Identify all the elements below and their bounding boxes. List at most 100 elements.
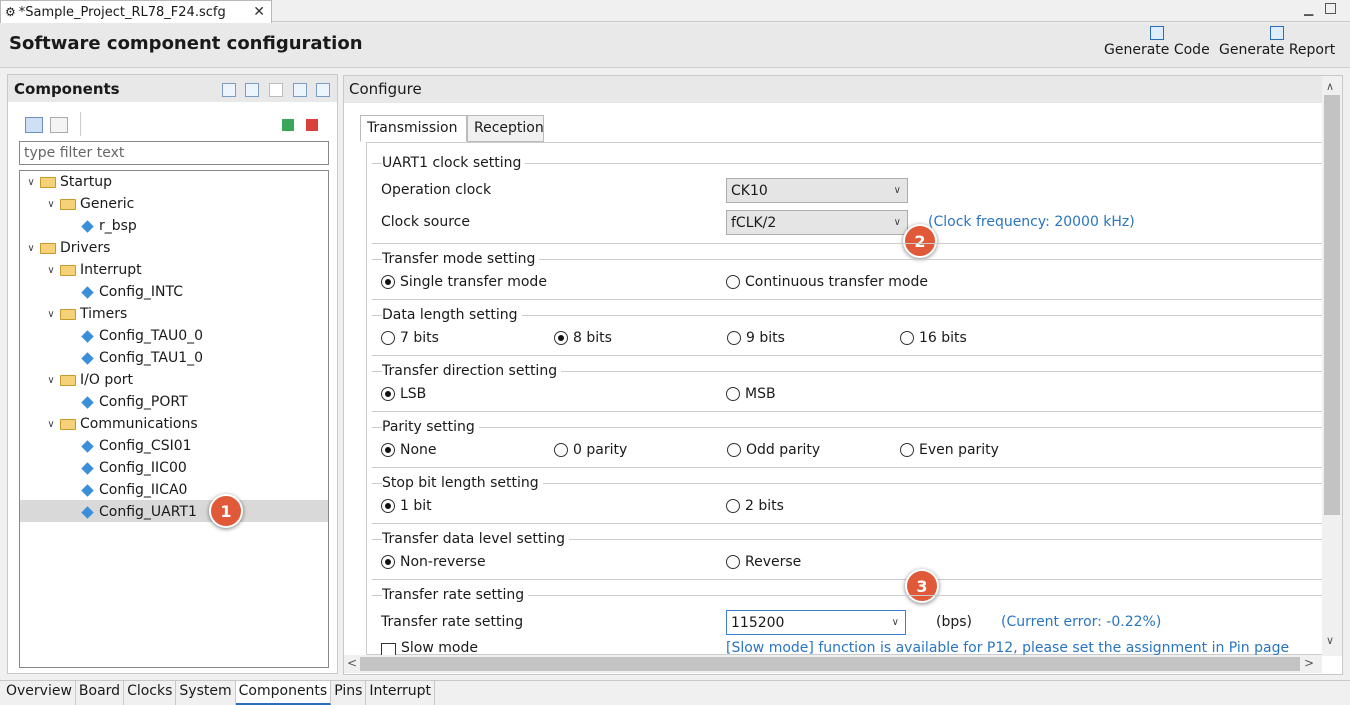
tree-node-generic[interactable]: ∨ Generic — [44, 193, 134, 215]
radio-circle[interactable] — [900, 443, 914, 457]
tree-node-drivers[interactable]: ∨ Drivers — [24, 237, 110, 259]
add-component-icon[interactable] — [282, 119, 294, 131]
folder-icon — [60, 374, 76, 386]
tree-node-startup[interactable]: ∨ Startup — [24, 171, 112, 193]
radio-9-bits[interactable]: 9 bits — [727, 330, 785, 346]
tab-system[interactable]: System — [176, 681, 236, 705]
radio-circle[interactable] — [727, 443, 741, 457]
radio-parity-even[interactable]: Even parity — [900, 442, 999, 458]
radio-circle[interactable] — [554, 331, 568, 345]
tree-node-config-tau0-0[interactable]: Config_TAU0_0 — [80, 325, 203, 347]
chevron-down-icon[interactable]: ∨ — [44, 419, 58, 430]
tree-node-config-uart1[interactable]: Config_UART1 — [80, 501, 197, 523]
radio-continuous-transfer[interactable]: Continuous transfer mode — [726, 274, 928, 290]
tree-node-config-csi01[interactable]: Config_CSI01 — [80, 435, 192, 457]
tree-node-io-port[interactable]: ∨ I/O port — [44, 369, 133, 391]
tree-node-config-iic00[interactable]: Config_IIC00 — [80, 457, 187, 479]
vertical-scrollbar-thumb[interactable] — [1324, 95, 1340, 515]
operation-clock-select[interactable]: CK10 ∨ — [726, 178, 908, 203]
tree-node-communications[interactable]: ∨ Communications — [44, 413, 197, 435]
component-icon — [81, 483, 94, 497]
chevron-down-icon: ∨ — [893, 217, 901, 228]
folder-icon — [60, 308, 76, 320]
radio-circle[interactable] — [726, 387, 740, 401]
tab-interrupt[interactable]: Interrupt — [366, 681, 436, 705]
tab-reception[interactable]: Reception — [467, 115, 544, 142]
scroll-right-icon[interactable]: > — [1304, 656, 1314, 670]
generate-report-button[interactable]: Generate Report — [1219, 26, 1335, 58]
radio-2-bits[interactable]: 2 bits — [726, 498, 784, 514]
radio-circle[interactable] — [381, 555, 395, 569]
scroll-up-icon[interactable]: ∧ — [1326, 80, 1334, 93]
slow-mode-note: [Slow mode] function is available for P1… — [726, 640, 1290, 655]
radio-reverse[interactable]: Reverse — [726, 554, 801, 570]
radio-non-reverse[interactable]: Non-reverse — [381, 554, 486, 570]
tab-board[interactable]: Board — [76, 681, 125, 705]
tree-node-label: Config_IICA0 — [99, 482, 188, 498]
radio-circle[interactable] — [727, 331, 741, 345]
tab-transmission[interactable]: Transmission — [360, 115, 467, 142]
minimize-icon[interactable]: ▁ — [1304, 2, 1313, 16]
horizontal-scrollbar-thumb[interactable] — [360, 657, 1300, 671]
collapse-all-icon[interactable] — [293, 83, 307, 97]
radio-circle[interactable] — [381, 443, 395, 457]
scroll-left-icon[interactable]: < — [347, 656, 357, 670]
close-icon[interactable]: ✕ — [253, 4, 265, 20]
radio-parity-none[interactable]: None — [381, 442, 437, 458]
generate-code-button[interactable]: Generate Code — [1104, 26, 1210, 58]
clock-source-select[interactable]: fCLK/2 ∨ — [726, 210, 908, 235]
radio-circle[interactable] — [726, 555, 740, 569]
radio-label: 9 bits — [746, 330, 785, 346]
tree-node-config-tau1-0[interactable]: Config_TAU1_0 — [80, 347, 203, 369]
tree-node-timers[interactable]: ∨ Timers — [44, 303, 127, 325]
scroll-down-icon[interactable]: ∨ — [1326, 634, 1334, 647]
radio-1-bit[interactable]: 1 bit — [381, 498, 432, 514]
filter-input[interactable] — [19, 141, 329, 165]
chevron-down-icon[interactable]: ∨ — [24, 177, 38, 188]
radio-circle[interactable] — [381, 387, 395, 401]
radio-msb[interactable]: MSB — [726, 386, 776, 402]
tab-components[interactable]: Components — [235, 681, 332, 705]
import-icon[interactable] — [222, 83, 236, 97]
tree-node-r-bsp[interactable]: r_bsp — [80, 215, 137, 237]
chevron-down-icon[interactable]: ∨ — [44, 199, 58, 210]
tab-overview[interactable]: Overview — [0, 681, 76, 705]
transfer-rate-select[interactable]: 115200 ∨ — [726, 610, 906, 635]
radio-lsb[interactable]: LSB — [381, 386, 426, 402]
chevron-down-icon[interactable]: ∨ — [24, 243, 38, 254]
radio-circle[interactable] — [554, 443, 568, 457]
sort-icon[interactable] — [269, 83, 283, 97]
tree-node-config-iica0[interactable]: Config_IICA0 — [80, 479, 187, 501]
tab-pins[interactable]: Pins — [331, 681, 367, 705]
tree-node-interrupt[interactable]: ∨ Interrupt — [44, 259, 141, 281]
view-by-hardware-icon[interactable] — [50, 117, 68, 133]
export-icon[interactable] — [245, 83, 259, 97]
slow-mode-checkbox[interactable] — [381, 643, 396, 655]
chevron-down-icon[interactable]: ∨ — [44, 375, 58, 386]
radio-parity-zero[interactable]: 0 parity — [554, 442, 627, 458]
radio-circle[interactable] — [726, 275, 740, 289]
radio-16-bits[interactable]: 16 bits — [900, 330, 967, 346]
tab-clocks[interactable]: Clocks — [124, 681, 177, 705]
radio-circle[interactable] — [381, 275, 395, 289]
chevron-down-icon[interactable]: ∨ — [44, 265, 58, 276]
chevron-down-icon[interactable]: ∨ — [44, 309, 58, 320]
editor-tab[interactable]: ⚙ *Sample_Project_RL78_F24.scfg ✕ — [0, 0, 272, 23]
radio-7-bits[interactable]: 7 bits — [381, 330, 439, 346]
view-by-category-icon[interactable] — [25, 117, 43, 133]
tree-node-config-intc[interactable]: Config_INTC — [80, 281, 183, 303]
radio-parity-odd[interactable]: Odd parity — [727, 442, 820, 458]
tree-node-label: Timers — [80, 306, 128, 322]
radio-8-bits[interactable]: 8 bits — [554, 330, 612, 346]
radio-label: LSB — [400, 386, 427, 402]
radio-circle[interactable] — [381, 499, 395, 513]
tree-node-config-port[interactable]: Config_PORT — [80, 391, 188, 413]
maximize-icon[interactable] — [1325, 3, 1336, 14]
expand-all-icon[interactable] — [316, 83, 330, 97]
radio-circle[interactable] — [900, 331, 914, 345]
transfer-rate-unit: (bps) — [936, 614, 972, 630]
radio-circle[interactable] — [381, 331, 395, 345]
radio-circle[interactable] — [726, 499, 740, 513]
remove-component-icon[interactable] — [306, 119, 318, 131]
radio-single-transfer[interactable]: Single transfer mode — [381, 274, 547, 290]
